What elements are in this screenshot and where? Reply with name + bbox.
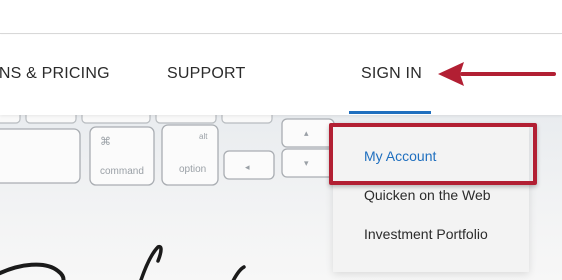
up-arrow-symbol: ▴ <box>304 129 309 139</box>
red-arrow-annotation <box>438 62 556 86</box>
nav-support[interactable]: SUPPORT <box>167 65 245 83</box>
option-label: option <box>179 164 206 175</box>
top-header-band <box>0 0 562 34</box>
menu-item-investment-portfolio[interactable]: Investment Portfolio <box>364 226 488 242</box>
down-arrow-symbol: ▾ <box>304 159 309 169</box>
sign-in-dropdown-menu: My Account Quicken on the Web Investment… <box>333 126 529 272</box>
sign-in-active-underline <box>349 111 431 114</box>
left-arrow-symbol: ◂ <box>245 163 250 173</box>
menu-item-quicken-on-the-web[interactable]: Quicken on the Web <box>364 187 491 203</box>
handwriting-stroke <box>0 262 66 280</box>
nav-plans-pricing[interactable]: ANS & PRICING <box>0 65 110 83</box>
option-symbol: alt <box>199 132 208 141</box>
handwriting-stroke <box>139 244 163 280</box>
menu-item-my-account[interactable]: My Account <box>364 148 436 164</box>
command-symbol: ⌘ <box>100 135 111 148</box>
handwriting-stroke <box>231 265 246 280</box>
nav-sign-in[interactable]: SIGN IN <box>361 65 422 83</box>
command-label: command <box>100 166 144 177</box>
